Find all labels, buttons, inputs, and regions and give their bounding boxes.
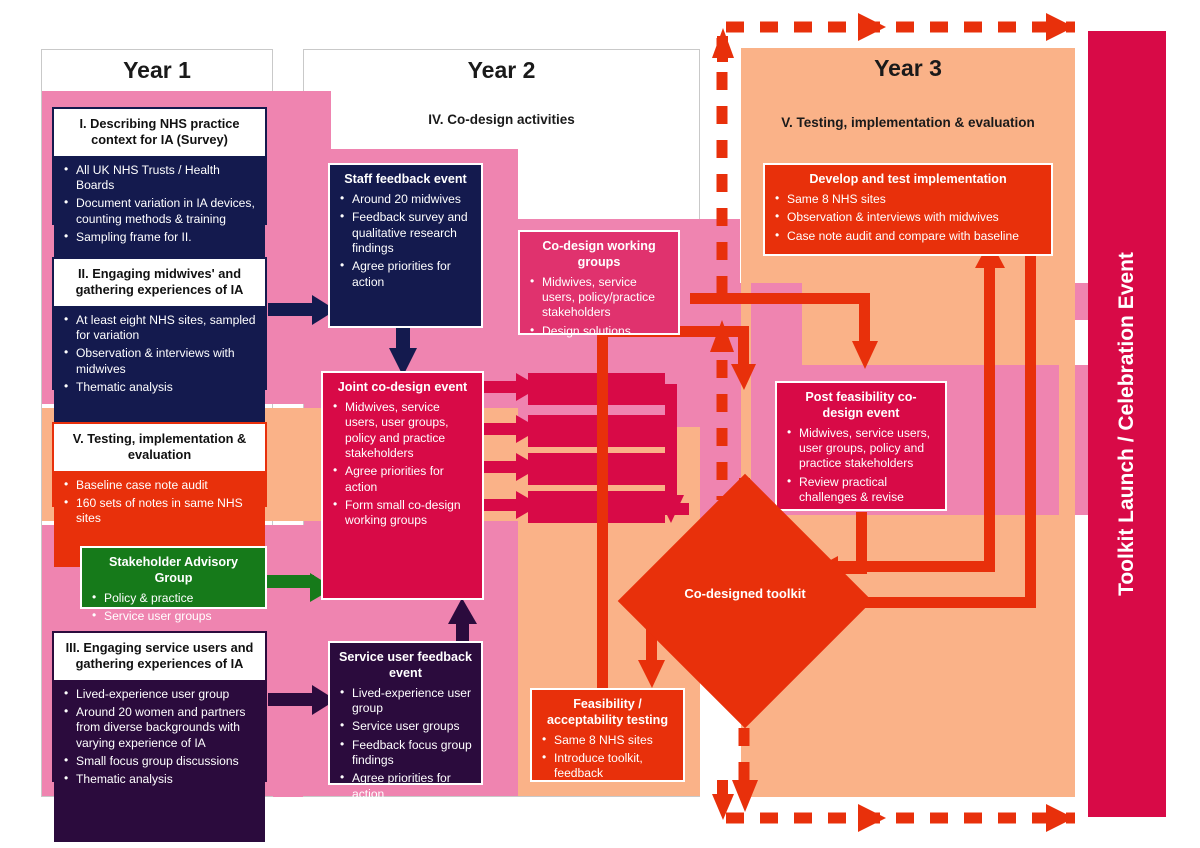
list-item: All UK NHS Trusts / Health Boards: [63, 162, 256, 194]
card-wp1-heading: I. Describing NHS practice context for I…: [54, 109, 265, 156]
list-item: Around 20 women and partners from divers…: [63, 704, 256, 751]
list-item: Sampling frame for II.: [63, 229, 256, 245]
toolkit-label: Co-designed toolkit: [684, 586, 806, 601]
card-wp3-list: Lived-experience user group Around 20 wo…: [63, 686, 256, 788]
card-staff-feedback-heading: Staff feedback event: [344, 172, 467, 186]
card-service-user-feedback[interactable]: Service user feedback event Lived-experi…: [328, 641, 483, 801]
dashed-bottom-arrow-mid: [858, 804, 886, 832]
card-feasibility-list: Same 8 NHS sites Introduce toolkit, feed…: [541, 732, 674, 782]
dashed-top-arrow-end: [1046, 13, 1074, 41]
card-wp3[interactable]: III. Engaging service users and gatherin…: [52, 631, 267, 842]
card-joint-codesign-heading: Joint co-design event: [337, 380, 468, 394]
card-sag-body: Stakeholder Advisory Group Policy & prac…: [82, 548, 265, 635]
arrow-wp3-to-service-user: [268, 685, 336, 715]
card-feasibility-body: Feasibility / acceptability testing Same…: [532, 690, 683, 793]
card-wp3-heading: III. Engaging service users and gatherin…: [54, 633, 265, 680]
card-staff-feedback-list: Around 20 midwives Feedback survey and q…: [339, 191, 472, 290]
card-wp5-heading: V. Testing, implementation & evaluation: [54, 424, 265, 471]
working-group-red-divider: [597, 373, 608, 533]
card-service-user-feedback-heading: Service user feedback event: [339, 650, 473, 680]
flowchart-canvas: Year 1 Year 2 Year 3 IV. Co-design activ…: [0, 0, 1200, 848]
card-develop-test-list: Same 8 NHS sites Observation & interview…: [774, 191, 1042, 244]
list-item: Feedback focus group findings: [339, 737, 472, 769]
card-post-feasibility-heading: Post feasibility co-design event: [805, 390, 917, 420]
card-feasibility[interactable]: Feasibility / acceptability testing Same…: [530, 688, 685, 782]
arrow-wp2-to-staff: [268, 295, 336, 325]
list-item: Service user groups: [91, 608, 256, 624]
list-item: Thematic analysis: [63, 379, 256, 395]
card-working-groups-heading: Co-design working groups: [542, 239, 656, 269]
card-wp5-baseline[interactable]: V. Testing, implementation & evaluation …: [52, 422, 267, 567]
list-item: Thematic analysis: [63, 771, 256, 787]
list-item: Form small co-design working groups: [332, 497, 473, 529]
card-wp1[interactable]: I. Describing NHS practice context for I…: [52, 107, 267, 285]
card-sag[interactable]: Stakeholder Advisory Group Policy & prac…: [80, 546, 267, 624]
list-item: Policy & practice: [91, 590, 256, 606]
list-item: Feedback survey and qualitative research…: [339, 209, 472, 256]
card-wp2-heading: II. Engaging midwives' and gathering exp…: [54, 259, 265, 306]
list-item: Agree priorities for action: [332, 463, 473, 495]
dashed-top-arrow-mid: [858, 13, 886, 41]
card-develop-test[interactable]: Develop and test implementation Same 8 N…: [763, 163, 1053, 256]
toolkit-launch-banner-label: Toolkit Launch / Celebration Event: [1115, 252, 1138, 596]
card-wp2[interactable]: II. Engaging midwives' and gathering exp…: [52, 257, 267, 450]
list-item: Same 8 NHS sites: [774, 191, 1042, 207]
card-sag-heading: Stakeholder Advisory Group: [108, 555, 238, 585]
list-item: Small focus group discussions: [63, 753, 256, 769]
list-item: Lived-experience user group: [339, 685, 472, 717]
card-wp3-body: Lived-experience user group Around 20 wo…: [54, 679, 265, 842]
card-service-user-feedback-list: Lived-experience user group Service user…: [339, 685, 472, 802]
list-item: Baseline case note audit: [63, 477, 256, 493]
list-item: Around 20 midwives: [339, 191, 472, 207]
list-item: At least eight NHS sites, sampled for va…: [63, 312, 256, 344]
card-post-feasibility-body: Post feasibility co-design event Midwive…: [777, 383, 945, 516]
list-item: Service user groups: [339, 718, 472, 734]
list-item: Observation & interviews with midwives: [63, 345, 256, 377]
card-staff-feedback-body: Staff feedback event Around 20 midwives …: [330, 165, 481, 301]
list-item: Lived-experience user group: [63, 686, 256, 702]
list-item: Agree priorities for action: [339, 258, 472, 290]
list-item: Observation & interviews with midwives: [774, 209, 1042, 225]
card-joint-codesign-body: Joint co-design event Midwives, service …: [323, 373, 482, 540]
arrow-staff-to-joint: [389, 322, 417, 376]
toolkit-launch-banner[interactable]: Toolkit Launch / Celebration Event: [1088, 31, 1166, 817]
card-post-feasibility-list: Midwives, service users, user groups, po…: [786, 425, 936, 506]
card-wp5-list: Baseline case note audit 160 sets of not…: [63, 477, 256, 527]
dashed-bottom-arrow-end: [1046, 804, 1074, 832]
list-item: Midwives, service users, user groups, po…: [332, 399, 473, 461]
card-develop-test-body: Develop and test implementation Same 8 N…: [765, 165, 1051, 255]
card-working-groups-body: Co-design working groups Midwives, servi…: [520, 232, 678, 350]
list-item: Case note audit and compare with baselin…: [774, 228, 1042, 244]
dashed-top-left-stem: [717, 36, 728, 62]
card-develop-test-heading: Develop and test implementation: [809, 172, 1007, 186]
list-item: Midwives, service users, policy/practice…: [529, 274, 669, 321]
card-sag-list: Policy & practice Service user groups: [91, 590, 256, 625]
list-item: Document variation in IA devices, counti…: [63, 195, 256, 227]
toolkit-label-wrap: Co-designed toolkit: [655, 585, 835, 603]
card-working-groups[interactable]: Co-design working groups Midwives, servi…: [518, 230, 680, 338]
card-feasibility-heading: Feasibility / acceptability testing: [546, 697, 669, 727]
card-joint-codesign[interactable]: Joint co-design event Midwives, service …: [321, 371, 484, 600]
card-joint-codesign-list: Midwives, service users, user groups, po…: [332, 399, 473, 529]
list-item: Design solutions: [529, 323, 669, 339]
list-item: Review practical challenges & revise: [786, 474, 936, 506]
list-item: Same 8 NHS sites: [541, 732, 674, 748]
card-service-user-feedback-body: Service user feedback event Lived-experi…: [330, 643, 481, 813]
list-item: Midwives, service users, user groups, po…: [786, 425, 936, 472]
list-item: Agree priorities for action: [339, 770, 472, 802]
list-item: 160 sets of notes in same NHS sites: [63, 495, 256, 527]
card-wp1-list: All UK NHS Trusts / Health Boards Docume…: [63, 162, 256, 246]
card-staff-feedback[interactable]: Staff feedback event Around 20 midwives …: [328, 163, 483, 328]
card-working-groups-list: Midwives, service users, policy/practice…: [529, 274, 669, 339]
list-item: Introduce toolkit, feedback: [541, 750, 674, 782]
dashed-lower-arrowhead: [732, 780, 758, 812]
card-post-feasibility[interactable]: Post feasibility co-design event Midwive…: [775, 381, 947, 511]
card-wp2-list: At least eight NHS sites, sampled for va…: [63, 312, 256, 396]
